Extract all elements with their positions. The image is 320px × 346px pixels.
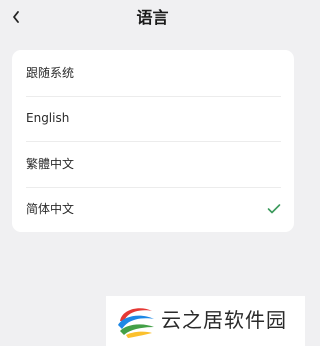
language-option-simplified-chinese[interactable]: 简体中文 [12, 186, 294, 233]
language-label: 繁體中文 [26, 156, 75, 171]
language-label: English [26, 111, 70, 126]
language-list: 跟随系统 English 繁體中文 简体中文 [12, 50, 294, 232]
language-label: 跟随系统 [26, 65, 75, 80]
language-option-follow-system[interactable]: 跟随系统 [12, 50, 294, 96]
language-option-traditional-chinese[interactable]: 繁體中文 [12, 141, 294, 187]
language-option-english[interactable]: English [12, 95, 294, 142]
watermark: 云之居软件园 [106, 296, 305, 346]
watermark-logo-icon [114, 301, 158, 339]
header-bar: 语言 [0, 0, 305, 36]
language-label: 简体中文 [26, 202, 75, 217]
checkmark-icon [267, 203, 281, 215]
page-title: 语言 [136, 8, 169, 27]
watermark-text: 云之居软件园 [161, 308, 287, 332]
